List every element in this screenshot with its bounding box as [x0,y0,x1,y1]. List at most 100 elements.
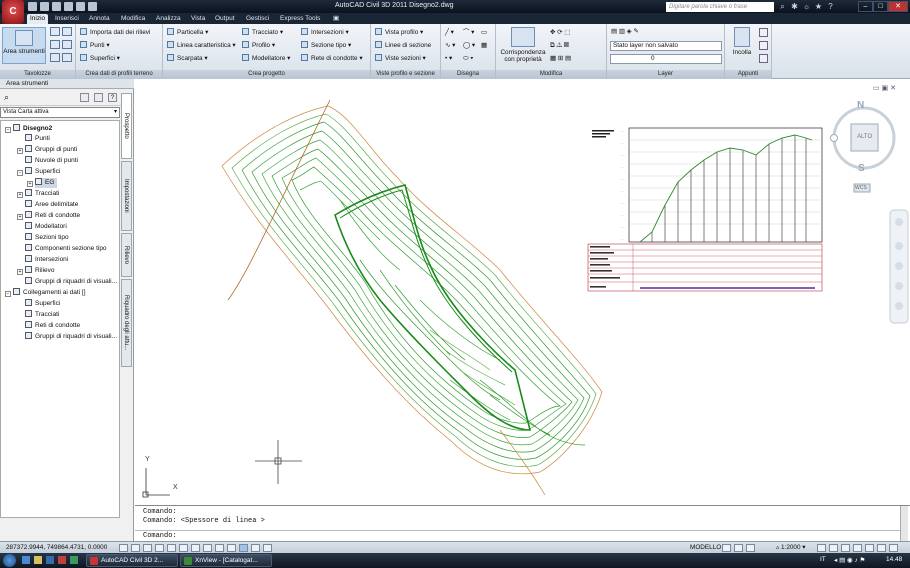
palette-title[interactable]: Area strumenti [0,79,134,89]
design-center-icon[interactable] [50,53,60,62]
prospetto-icon[interactable] [50,27,60,36]
snap-icon[interactable] [131,544,140,552]
expand-icon[interactable]: + [17,148,23,154]
lineweight-icon[interactable] [239,544,248,552]
array-icon[interactable]: ▦ ⊞ ▤ [550,54,571,64]
circle-tool-button[interactable]: ◯ ▾ [463,41,475,51]
subscription-icon[interactable]: ✱ [790,2,799,11]
tree-item-eg[interactable]: EG [35,178,58,188]
auto-scale-icon[interactable] [829,544,838,552]
quick-view-drawings-icon[interactable] [734,544,743,552]
print-icon[interactable] [64,2,73,11]
save-icon[interactable] [52,2,61,11]
tree-item-aree-delimitate[interactable]: Aree delimitate [25,200,78,210]
layers-icon[interactable] [50,40,60,49]
tab-vista[interactable]: Vista [188,14,208,24]
tab-output[interactable]: Output [212,14,238,24]
tab-express-tools[interactable]: Express Tools [277,14,323,24]
app-icon[interactable] [58,556,66,564]
tree-item-sezioni-tipo[interactable]: Sezioni tipo [25,233,69,243]
ducs-icon[interactable] [215,544,224,552]
drawing-area[interactable]: ··· ··· ··· ··· ··· ··· ··· ··· ··· ··· [0,79,910,542]
minimize-button[interactable]: – [858,1,873,12]
viewport-controls-icon[interactable]: ▭ ▣ ✕ [873,84,896,92]
binoculars-icon[interactable]: ⌕ [778,2,787,11]
maximize-button[interactable]: □ [873,1,888,12]
magnifier-icon[interactable]: ⌕ [4,92,9,103]
expand-icon[interactable]: + [17,192,23,198]
expand-icon[interactable]: + [17,214,23,220]
infer-constraints-icon[interactable] [119,544,128,552]
coordinate-readout[interactable]: 287372.9944, 749864.4731, 0.0000 [6,543,107,553]
corrispondenza-proprieta-button[interactable]: Corrispondenza con proprietà [499,27,547,63]
command-scrollbar[interactable] [900,506,908,542]
tree-item-tracciati-link[interactable]: Tracciati [25,310,59,320]
profilo-button[interactable]: Profilo ▾ [242,41,275,51]
layer-state-dropdown[interactable]: Stato layer non salvato [610,41,722,51]
tab-analizza[interactable]: Analizza [153,14,184,24]
tree-item-nuvole-punti[interactable]: Nuvole di punti [25,156,78,166]
copy-palette-icon[interactable] [80,93,89,102]
tree-item-superfici-link[interactable]: Superfici [25,299,60,309]
tab-rilievo[interactable]: Rilievo [121,233,132,277]
copy-icon[interactable]: ⧉ ⚠ ▤ [550,41,569,51]
help-search-input[interactable]: Digitare parola chiave o frase [666,2,774,12]
sezione-tipo-button[interactable]: Sezione tipo ▾ [301,41,351,51]
toggle-item-view-icon[interactable] [94,93,103,102]
new-icon[interactable] [28,2,37,11]
help-palette-icon[interactable]: ? [108,93,117,102]
rete-condotte-button[interactable]: Rete di condotte ▾ [301,54,363,64]
ie-icon[interactable] [22,556,30,564]
favorites-icon[interactable]: ★ [814,2,823,11]
viewcube-north[interactable]: N [857,100,864,111]
ellipse-tool-button[interactable]: ⬭ ▾ [463,54,473,64]
collapse-icon[interactable]: − [5,127,11,133]
collapse-icon[interactable]: − [5,291,11,297]
undo-icon[interactable] [76,2,85,11]
layer-properties-icon[interactable]: ▤ ▥ ◈ ✎ [611,27,639,37]
help-icon[interactable]: ? [826,2,835,11]
tab-prospetto[interactable]: Prospetto [121,93,132,159]
view-dropdown[interactable]: Vista Carta attiva ▾ [0,107,120,118]
toolspace-icon[interactable] [62,40,72,49]
open-icon[interactable] [40,2,49,11]
osnap-icon[interactable] [179,544,188,552]
command-window[interactable]: Comando: Comando: <Spessore di linea > C… [135,505,910,542]
maximize-viewport-icon[interactable] [746,544,755,552]
cut-icon[interactable] [759,28,768,37]
arc-tool-button[interactable]: ⌒ ▾ [463,28,474,38]
viewcube-top[interactable]: ALTO [857,134,872,140]
copy-base-icon[interactable] [759,54,768,63]
tab-riquadro-attu[interactable]: Riquadro degli attu... [121,279,132,367]
incolla-button[interactable]: Incolla [728,27,756,56]
wcs-menu[interactable]: WCS [855,185,867,191]
language-indicator[interactable]: IT [820,556,826,563]
intersezioni-button[interactable]: Intersezioni ▾ [301,28,349,38]
tab-gestisci[interactable]: Gestisci [243,14,272,24]
redo-icon[interactable] [88,2,97,11]
tree-item-superfici[interactable]: Superfici [25,167,60,177]
importa-rilievi-button[interactable]: Importa dati dei rilievi [80,28,150,38]
hatch-tool-button[interactable]: ▦ [481,41,487,51]
linea-caratteristica-button[interactable]: Linea caratteristica ▾ [167,41,236,51]
expand-icon[interactable]: + [17,269,23,275]
tray-icons[interactable]: ◂ ▤ ◉ ♪ ⚑ [834,556,865,564]
navigation-bar[interactable] [889,209,909,324]
transparency-icon[interactable] [251,544,260,552]
hardware-acceleration-icon[interactable] [865,544,874,552]
isolate-objects-icon[interactable] [877,544,886,552]
xref-icon[interactable] [62,53,72,62]
tree-item-gruppi-punti[interactable]: Gruppi di punti [25,145,77,155]
tree-item-intersezioni[interactable]: Intersezioni [25,255,68,265]
tab-inserisci[interactable]: Inserisci [52,14,82,24]
collapse-icon[interactable]: − [17,170,23,176]
area-strumenti-button[interactable]: Area strumenti [2,27,46,64]
communication-icon[interactable]: ☼ [802,2,811,11]
grid-icon[interactable] [143,544,152,552]
linee-sezione-button[interactable]: Linee di sezione [375,41,431,51]
app2-icon[interactable] [70,556,78,564]
properties-icon[interactable] [62,27,72,36]
particella-button[interactable]: Particella ▾ [167,28,208,38]
desktop-icon[interactable] [46,556,54,564]
vista-profilo-button[interactable]: Vista profilo ▾ [375,28,423,38]
